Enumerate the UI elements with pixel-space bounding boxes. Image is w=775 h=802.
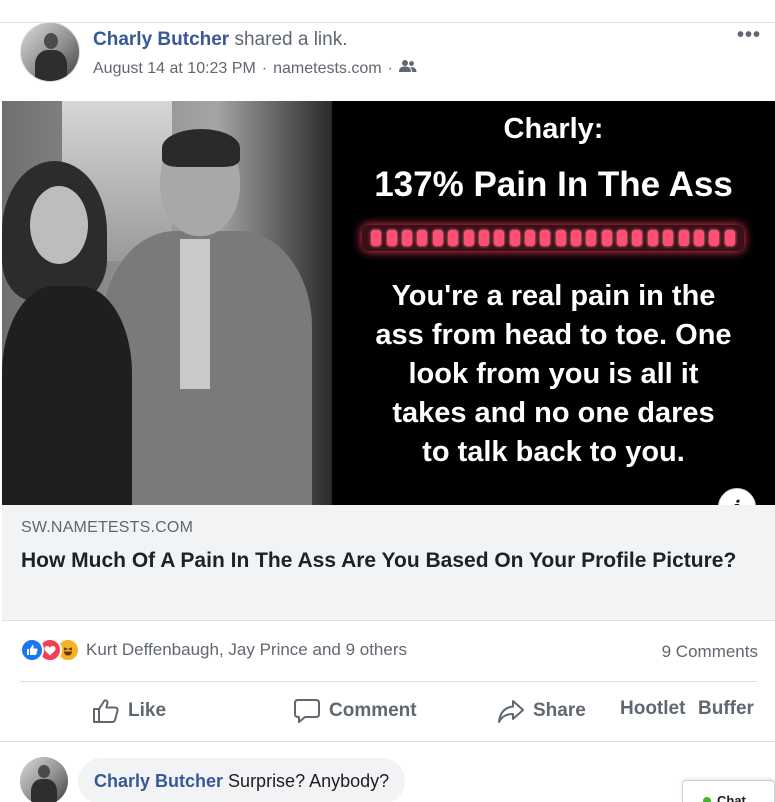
link-caption[interactable]: SW.NAMETESTS.COM How Much Of A Pain In T… [2, 505, 775, 621]
comment-label: Comment [329, 700, 417, 721]
reaction-names[interactable]: Kurt Deffenbaugh, Jay Prince and 9 other… [86, 640, 407, 660]
commenter-avatar-head [38, 765, 50, 778]
share-button[interactable]: Share [497, 698, 586, 724]
meter-segment [478, 230, 489, 246]
post-meta: August 14 at 10:23 PM · nametests.com · [93, 59, 417, 78]
quiz-result-line: 137% Pain In The Ass [374, 165, 733, 204]
meter-segment [555, 230, 566, 246]
reaction-summary[interactable]: Kurt Deffenbaugh, Jay Prince and 9 other… [20, 638, 407, 662]
actions-divider [20, 681, 757, 682]
link-preview-image[interactable]: Charly: 137% Pain In The Ass You're a re… [2, 101, 775, 505]
comment-button[interactable]: Comment [293, 698, 417, 724]
like-button[interactable]: Like [92, 698, 166, 724]
post-options-icon[interactable]: ••• [737, 24, 761, 47]
chat-label: Chat [717, 793, 746, 802]
commenter-avatar-body [31, 779, 57, 802]
photo-man-shirt [180, 239, 210, 389]
meter-segment [724, 230, 735, 246]
friends-icon[interactable] [398, 59, 417, 78]
avatar-photo-body [35, 50, 67, 81]
comments-divider [0, 741, 775, 742]
avatar-photo-head [44, 33, 58, 49]
post-header-line: Charly Butcher shared a link. [93, 29, 348, 51]
meter-segment [709, 230, 720, 246]
share-arrow-icon [497, 698, 525, 724]
meter-segment [632, 230, 643, 246]
pain-meter-bar [362, 225, 744, 251]
commenter-avatar[interactable] [20, 757, 68, 802]
meter-segment [617, 230, 628, 246]
meter-segment [417, 230, 428, 246]
meter-segment [463, 230, 474, 246]
photo-woman-dress [2, 286, 132, 505]
quiz-result-panel: Charly: 137% Pain In The Ass You're a re… [332, 101, 775, 505]
meter-segment [371, 230, 382, 246]
meter-segment [693, 230, 704, 246]
online-dot-icon [703, 797, 711, 802]
author-name-link[interactable]: Charly Butcher [93, 29, 229, 50]
meter-segment [571, 230, 582, 246]
thumbs-up-icon [92, 698, 120, 724]
meter-segment [647, 230, 658, 246]
quiz-description: You're a real pain in the ass from head … [375, 280, 732, 468]
like-reaction-icon [20, 638, 44, 662]
comment-text: Surprise? Anybody? [228, 770, 390, 791]
meter-segment [494, 230, 505, 246]
meta-separator: · [261, 59, 268, 77]
buffer-button[interactable]: Buffer [698, 698, 754, 720]
feed-divider-top [0, 22, 775, 23]
like-label: Like [128, 700, 167, 721]
link-title[interactable]: How Much Of A Pain In The Ass Are You Ba… [21, 546, 761, 576]
meter-segment [386, 230, 397, 246]
post-timestamp[interactable]: August 14 at 10:23 PM [93, 60, 256, 78]
photo-man-hair [162, 129, 240, 167]
author-avatar[interactable] [20, 22, 80, 82]
meter-segment [509, 230, 520, 246]
speech-bubble-icon [293, 698, 321, 724]
meter-segment [448, 230, 459, 246]
meter-segment [678, 230, 689, 246]
meter-segment [663, 230, 674, 246]
meter-segment [586, 230, 597, 246]
meta-separator-2: · [387, 59, 393, 77]
share-label: Share [533, 700, 586, 721]
link-domain: SW.NAMETESTS.COM [21, 519, 194, 536]
comment-count-link[interactable]: 9 Comments [662, 642, 758, 662]
photo-woman-face [30, 186, 88, 264]
quiz-name-line: Charly: [503, 113, 604, 145]
hootlet-button[interactable]: Hootlet [620, 698, 685, 720]
post-action-text: shared a link. [234, 29, 348, 50]
meter-segment [540, 230, 551, 246]
meter-segment [524, 230, 535, 246]
comment-author-link[interactable]: Charly Butcher [94, 771, 223, 792]
comment-bubble: Charly Butcher Surprise? Anybody? [78, 758, 406, 802]
couple-photo [2, 101, 332, 505]
meter-segment [402, 230, 413, 246]
meter-segment [601, 230, 612, 246]
chat-tab[interactable]: Chat [682, 780, 775, 802]
post-source[interactable]: nametests.com [273, 60, 381, 78]
meter-segment [432, 230, 443, 246]
